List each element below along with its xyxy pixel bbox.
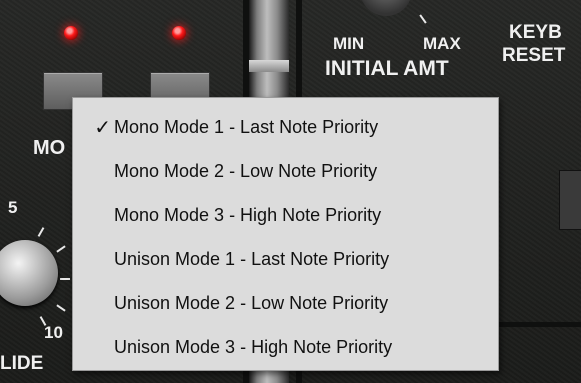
checkmark-icon: ✓ (94, 115, 111, 139)
glide-scale-10: 10 (44, 323, 63, 342)
glide-tick-5 (39, 316, 47, 326)
menu-item-mono-mode-3[interactable]: Mono Mode 3 - High Note Priority (73, 193, 498, 237)
glide-label: LIDE (0, 353, 44, 374)
menu-item-unison-mode-2[interactable]: Unison Mode 2 - Low Note Priority (73, 281, 498, 325)
glide-tick-4 (56, 304, 66, 312)
mode-led-2 (172, 26, 186, 40)
menu-item-label: Unison Mode 2 - Low Note Priority (114, 292, 389, 313)
knob-tick (419, 14, 427, 24)
voice-mode-menu: ✓ Mono Mode 1 - Last Note Priority Mono … (72, 97, 499, 371)
glide-tick-1 (37, 227, 45, 237)
glide-scale-5: 5 (8, 198, 18, 217)
initial-amt-label: INITIAL AMT (325, 57, 449, 80)
mode-label: MO (33, 137, 66, 159)
glide-tick-3 (60, 278, 70, 280)
reset-label: RESET (502, 45, 566, 66)
menu-item-label: Mono Mode 1 - Last Note Priority (114, 116, 379, 137)
mode-led-1 (64, 26, 78, 40)
knob-min-label: MIN (333, 34, 365, 53)
glide-tick-2 (56, 245, 66, 253)
menu-item-label: Mono Mode 3 - High Note Priority (114, 204, 382, 225)
keyb-label: KEYB (509, 22, 562, 43)
menu-item-mono-mode-2[interactable]: Mono Mode 2 - Low Note Priority (73, 149, 498, 193)
side-control[interactable] (559, 170, 581, 230)
glide-knob[interactable] (0, 240, 58, 306)
menu-item-mono-mode-1[interactable]: ✓ Mono Mode 1 - Last Note Priority (73, 105, 498, 149)
menu-item-label: Unison Mode 3 - High Note Priority (114, 336, 393, 357)
menu-item-unison-mode-1[interactable]: Unison Mode 1 - Last Note Priority (73, 237, 498, 281)
fader-handle[interactable] (249, 60, 289, 72)
panel-divider-bottom (497, 322, 581, 327)
knob-max-label: MAX (423, 34, 461, 53)
menu-item-unison-mode-3[interactable]: Unison Mode 3 - High Note Priority (73, 325, 498, 369)
menu-item-label: Unison Mode 1 - Last Note Priority (114, 248, 390, 269)
menu-item-label: Mono Mode 2 - Low Note Priority (114, 160, 378, 181)
initial-amt-knob[interactable] (360, 0, 412, 16)
